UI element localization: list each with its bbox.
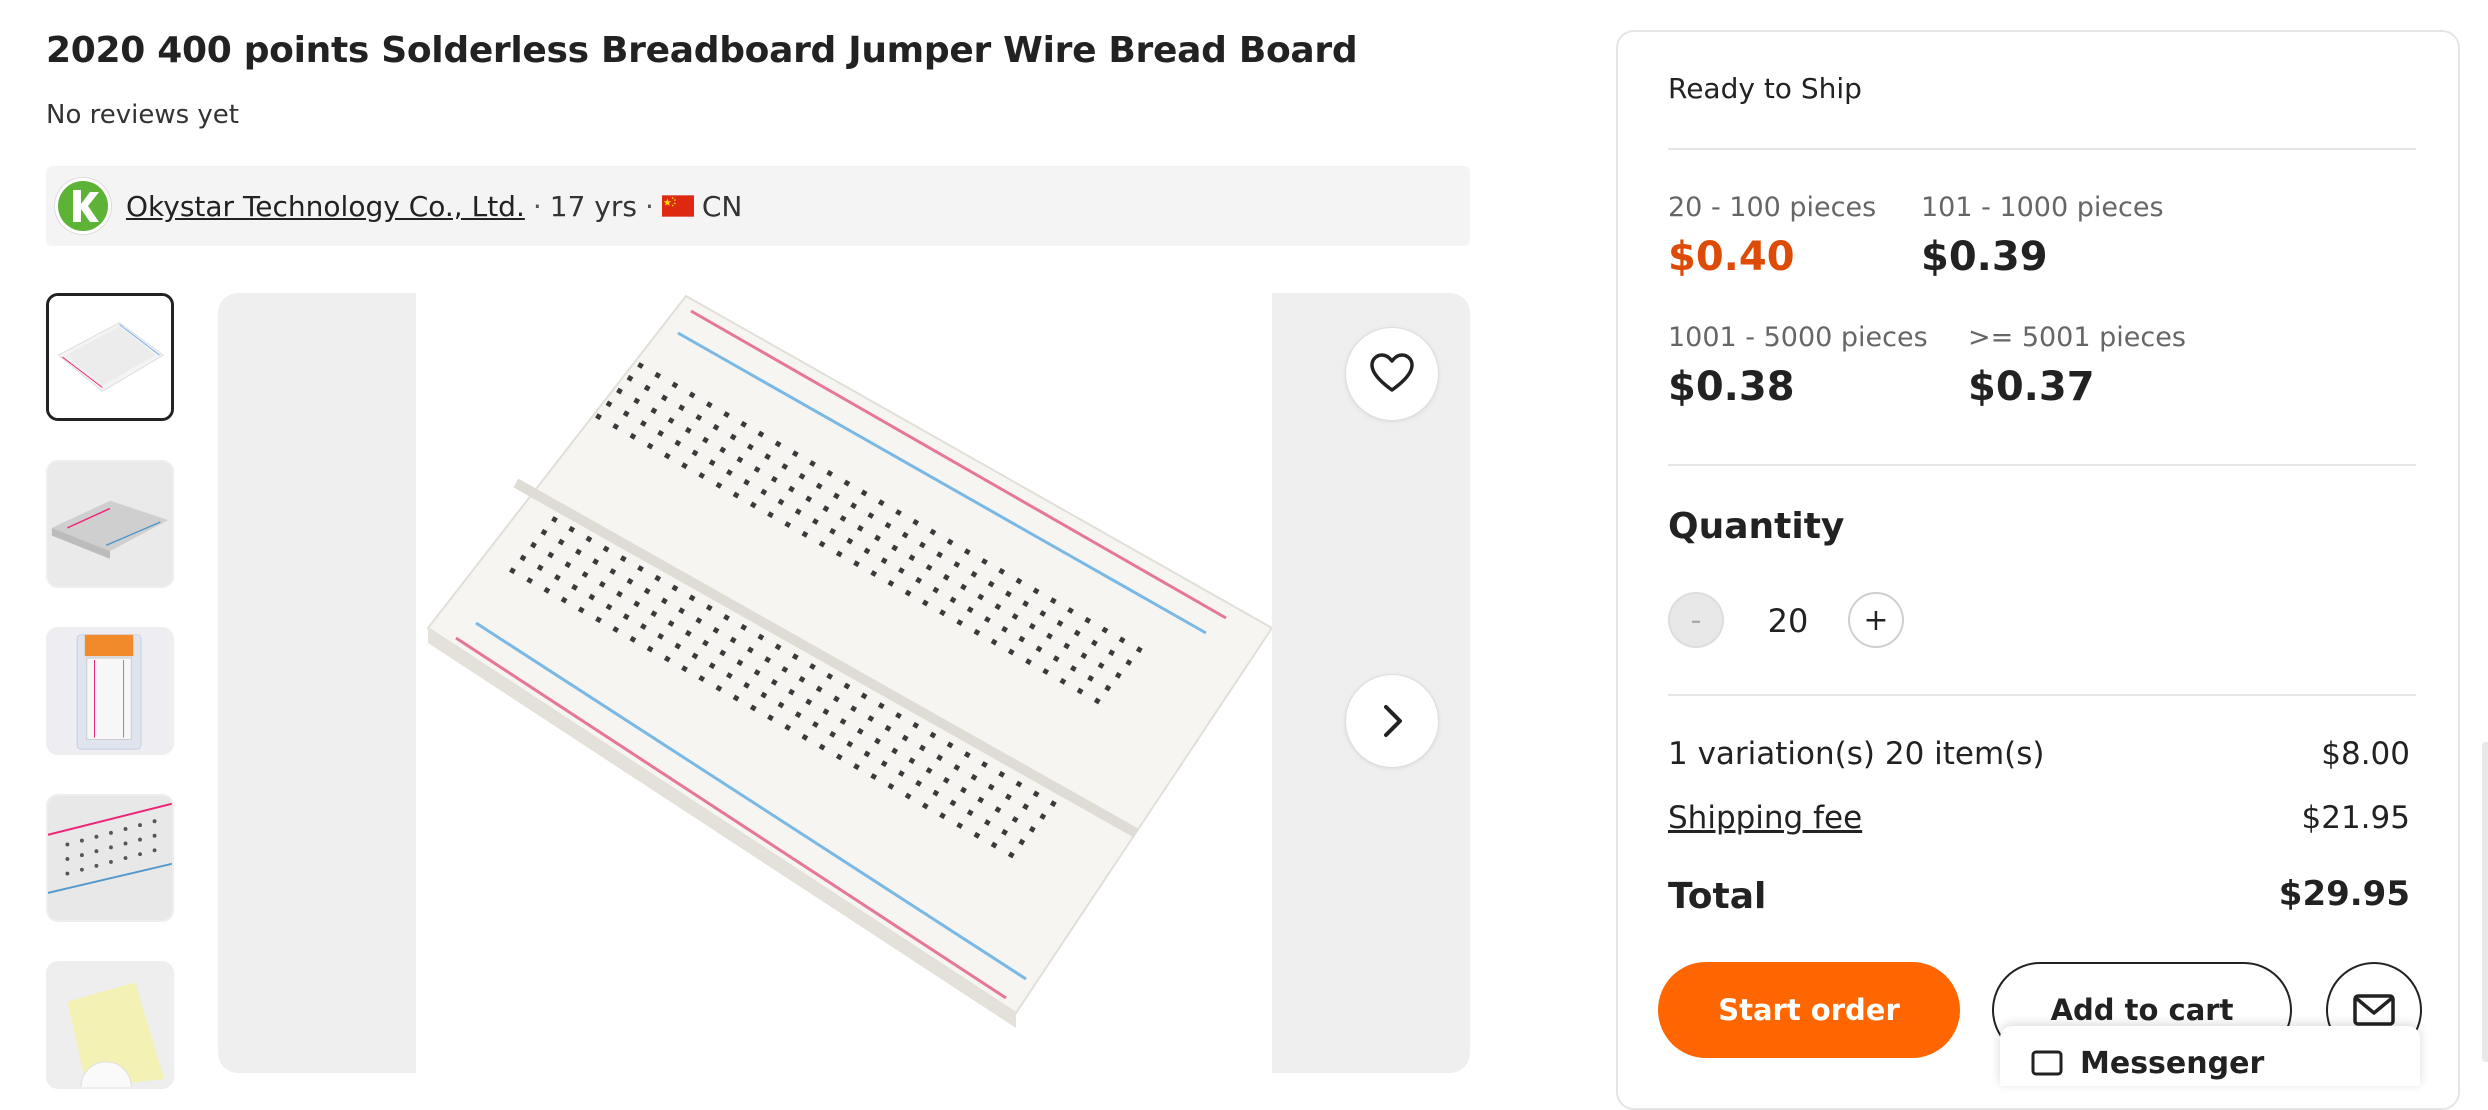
messenger-popup[interactable]: Messenger (2000, 1026, 2420, 1086)
heart-icon (1370, 353, 1414, 392)
tier-range: 101 - 1000 pieces (1921, 192, 2164, 223)
supplier-name-link[interactable]: Okystar Technology Co., Ltd. (126, 190, 525, 223)
breadboard-thumbnail-image (49, 296, 171, 418)
variation-summary-label: 1 variation(s) 20 item(s) (1668, 736, 2045, 772)
supplier-country: CN (701, 189, 743, 223)
supplier-bar: Okystar Technology Co., Ltd. · 17 yrs · … (46, 166, 1470, 246)
chevron-right-icon (1384, 705, 1402, 737)
total-value: $29.95 (2278, 874, 2410, 914)
tier-range: 1001 - 5000 pieces (1668, 322, 1928, 353)
favorite-button[interactable] (1345, 327, 1439, 421)
breadboard-thumbnail-image (48, 462, 172, 586)
variation-subtotal: $8.00 (2321, 736, 2410, 772)
shipping-fee-link[interactable]: Shipping fee (1668, 800, 1862, 836)
reviews-count: No reviews yet (46, 100, 239, 130)
quantity-input[interactable] (1724, 592, 1852, 650)
closeup-thumbnail-image (48, 796, 172, 920)
increase-quantity-button[interactable]: + (1848, 592, 1904, 648)
messenger-label: Messenger (2080, 1046, 2265, 1081)
breadboard-illustration (426, 294, 1272, 1028)
start-order-button[interactable]: Start order (1658, 962, 1960, 1058)
decrease-quantity-button[interactable]: - (1668, 592, 1724, 648)
thumbnail-4[interactable] (46, 794, 174, 922)
total-label: Total (1668, 876, 1767, 917)
thumbnail-2[interactable] (46, 460, 174, 588)
main-product-image (218, 293, 1470, 1073)
divider (1668, 464, 2416, 466)
next-image-button[interactable] (1345, 674, 1439, 768)
side-drawer-tab[interactable] (2482, 742, 2488, 1062)
okystar-logo-icon (54, 177, 112, 235)
thumbnail-3[interactable] (46, 627, 174, 755)
tier-price: $0.38 (1668, 364, 1795, 410)
order-panel: Ready to Ship 20 - 100 pieces $0.40 101 … (1616, 30, 2460, 1110)
supplier-years: 17 yrs (549, 189, 637, 223)
ready-to-ship-label: Ready to Ship (1668, 72, 1862, 105)
quantity-stepper: - + (1668, 592, 1914, 650)
divider (1668, 694, 2416, 696)
jumper-wire-thumbnail-image (48, 963, 172, 1087)
package-thumbnail-image (48, 629, 172, 753)
breadboard-photo (416, 293, 1272, 1073)
tier-range: 20 - 100 pieces (1668, 192, 1877, 223)
product-title: 2020 400 points Solderless Breadboard Ju… (46, 30, 1358, 71)
tier-range: >= 5001 pieces (1968, 322, 2186, 353)
thumbnail-1[interactable] (46, 293, 174, 421)
separator: · (644, 189, 654, 223)
tier-price: $0.40 (1668, 234, 1795, 280)
divider (1668, 148, 2416, 150)
separator: · (532, 189, 542, 223)
thumbnail-5[interactable] (46, 961, 174, 1089)
tier-price: $0.39 (1921, 234, 2048, 280)
quantity-label: Quantity (1668, 506, 1845, 547)
shipping-fee-value: $21.95 (2301, 800, 2410, 836)
chat-icon (2031, 1050, 2063, 1076)
china-flag-icon (661, 195, 694, 217)
tier-price: $0.37 (1968, 364, 2095, 410)
